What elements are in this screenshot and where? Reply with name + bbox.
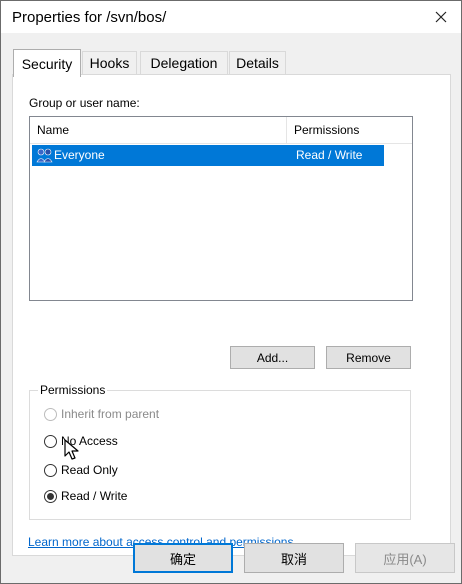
close-icon	[435, 11, 447, 23]
radio-read-write[interactable]: Read / Write	[44, 487, 127, 505]
add-button[interactable]: Add...	[230, 346, 315, 369]
title-bar: Properties for /svn/bos/	[1, 1, 461, 33]
mouse-pointer-icon	[64, 439, 79, 460]
radio-label: Read Only	[61, 463, 118, 477]
security-panel: Group or user name: Name Permissions Eve…	[12, 74, 451, 556]
dialog-body: Security Hooks Delegation Details Group …	[1, 33, 461, 583]
list-item-name: Everyone	[54, 148, 105, 162]
radio-label: Inherit from parent	[61, 407, 160, 421]
cancel-button[interactable]: 取消	[244, 543, 344, 573]
tab-label: Security	[21, 55, 73, 72]
column-header-permissions[interactable]: Permissions	[287, 117, 383, 143]
radio-button-icon	[44, 489, 57, 503]
tab-hooks[interactable]: Hooks	[82, 51, 137, 74]
radio-label: Read / Write	[61, 489, 128, 503]
properties-dialog: Properties for /svn/bos/ Security Hooks …	[0, 0, 462, 584]
tab-label: Delegation	[150, 55, 218, 71]
list-item-permissions: Read / Write	[296, 148, 363, 162]
list-header: Name Permissions	[30, 117, 412, 144]
tab-security[interactable]: Security	[13, 49, 81, 77]
remove-button[interactable]: Remove	[326, 346, 411, 369]
apply-button[interactable]: 应用(A)	[355, 543, 455, 573]
radio-button-icon	[44, 463, 57, 477]
radio-button-icon	[44, 407, 57, 421]
window-title: Properties for /svn/bos/	[12, 9, 167, 26]
user-list[interactable]: Name Permissions Everyone Read / Write	[29, 116, 413, 301]
group-or-user-label: Group or user name:	[29, 96, 140, 110]
list-item[interactable]: Everyone Read / Write	[32, 145, 384, 166]
permissions-legend: Permissions	[38, 383, 108, 397]
tab-delegation[interactable]: Delegation	[140, 51, 228, 74]
ok-button[interactable]: 确定	[133, 543, 233, 573]
radio-inherit-from-parent[interactable]: Inherit from parent	[44, 405, 159, 423]
users-group-icon	[36, 148, 53, 163]
close-button[interactable]	[427, 5, 455, 29]
tab-label: Details	[236, 55, 279, 71]
tab-label: Hooks	[89, 55, 130, 71]
permissions-group: Permissions Inherit from parent No Acces…	[29, 383, 411, 520]
tab-details[interactable]: Details	[229, 51, 286, 74]
radio-read-only[interactable]: Read Only	[44, 461, 118, 479]
radio-button-icon	[44, 434, 57, 448]
column-header-name[interactable]: Name	[30, 117, 287, 143]
